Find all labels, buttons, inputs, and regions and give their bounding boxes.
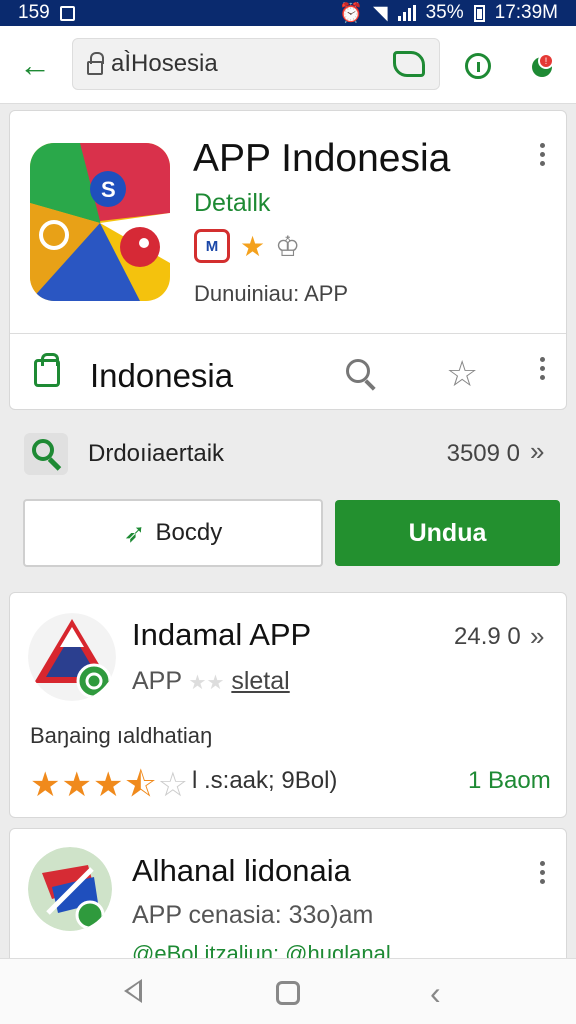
signal-icon [397,5,416,21]
app-header-card: S APP Indonesia Detailk M ★ ♔ Dunuiniau:… [9,110,567,410]
star-icon: ★ [30,766,62,804]
nav-back-icon[interactable] [124,979,142,1003]
publisher-badge-icon: M [194,229,230,263]
store-lock-icon [34,353,60,387]
list-item-title: Indamal APP [132,617,312,652]
list-item-count: 24.9 0 [454,623,521,650]
app-avatar [28,847,112,931]
list-item-sub-link[interactable]: sletal [231,667,289,695]
list-item-title: Alhanal lidonaia [132,853,351,888]
half-star-icon: ⯪ [124,766,158,804]
status-bar: 159 ⏰ ◥ 35% 17:39M [0,0,576,26]
more-options-icon[interactable] [530,139,554,169]
battery-percent: 35% [425,2,464,23]
voice-button[interactable]: ! [524,48,560,84]
back-arrow-icon[interactable]: ← [18,47,52,83]
install-button[interactable]: Undua [335,500,560,566]
app-bar: ← aÌHosesia ! [0,26,576,104]
star-badge-icon: ★ [240,230,266,262]
chevron-right-icon[interactable]: » [530,436,544,467]
list-item[interactable]: Alhanal lidonaia APP cenasia: 33o)am @eB… [9,828,567,978]
alarm-icon: ⏰ [339,3,363,24]
small-stars-icon: ★★ [188,672,225,694]
address-bar[interactable]: aÌHosesia [72,38,440,90]
divider [10,333,566,334]
nav-home-icon[interactable] [276,981,300,1005]
list-item-sub: APP cenasia: 33o)am [132,901,374,929]
lock-icon [87,52,104,75]
status-time: 17:39M [494,2,558,23]
app-logo: S [30,143,170,301]
section-title: Indonesia [90,357,234,394]
list-item-description: Baŋaing ıaldhatiaŋ [30,723,213,748]
microphone-icon: ! [530,53,554,79]
app-badges: M ★ ♔ [194,229,300,263]
app-subtitle-link[interactable]: Detailk [194,189,270,218]
rating-text: l .s:aak; 9Bol) [192,767,338,794]
app-avatar [28,613,116,701]
search-icon [465,53,491,79]
summary-text: Drdoıiaertaik [88,440,225,467]
wifi-icon: ◥ [372,2,388,24]
rating-stars: ★★★⯪☆ [30,761,189,818]
search-icon [24,433,68,475]
app-meta: Dunuiniau: APP [194,281,349,306]
star-outline-icon: ☆ [157,766,190,804]
more-options-icon[interactable] [530,353,554,383]
search-icon[interactable] [346,359,376,391]
run-icon: ➶ [123,517,146,548]
svg-text:S: S [101,177,116,202]
list-item-action-link[interactable]: 1 Baom [468,767,551,795]
app-title: APP Indonesia [193,137,451,180]
star-icon: ★ [61,766,93,804]
more-options-icon[interactable] [530,857,554,887]
list-item-sub: APP ★★ sletal [132,667,290,696]
shield-icon[interactable] [393,51,425,77]
notification-icon [59,5,75,21]
star-icon: ★ [92,766,125,804]
address-text: aÌHosesia [111,50,218,77]
list-item[interactable]: Indamal APP 24.9 0 » APP ★★ sletal Baŋai… [9,592,567,818]
battery-icon [473,4,485,22]
nav-recent-icon[interactable]: ‹ [430,975,441,1012]
chevron-right-icon[interactable]: » [530,621,544,652]
list-item-sub-prefix: APP [132,667,182,695]
navigation-bar: ‹ [0,958,576,1024]
summary-count: 3509 0 [446,440,520,467]
search-button[interactable] [460,48,496,84]
status-left-text: 159 [18,2,50,23]
secondary-button[interactable]: ➶ Bocdy [23,499,323,567]
favorite-star-icon[interactable]: ☆ [446,353,478,395]
secondary-button-label: Bocdy [155,519,223,546]
award-badge-icon: ♔ [275,230,301,262]
